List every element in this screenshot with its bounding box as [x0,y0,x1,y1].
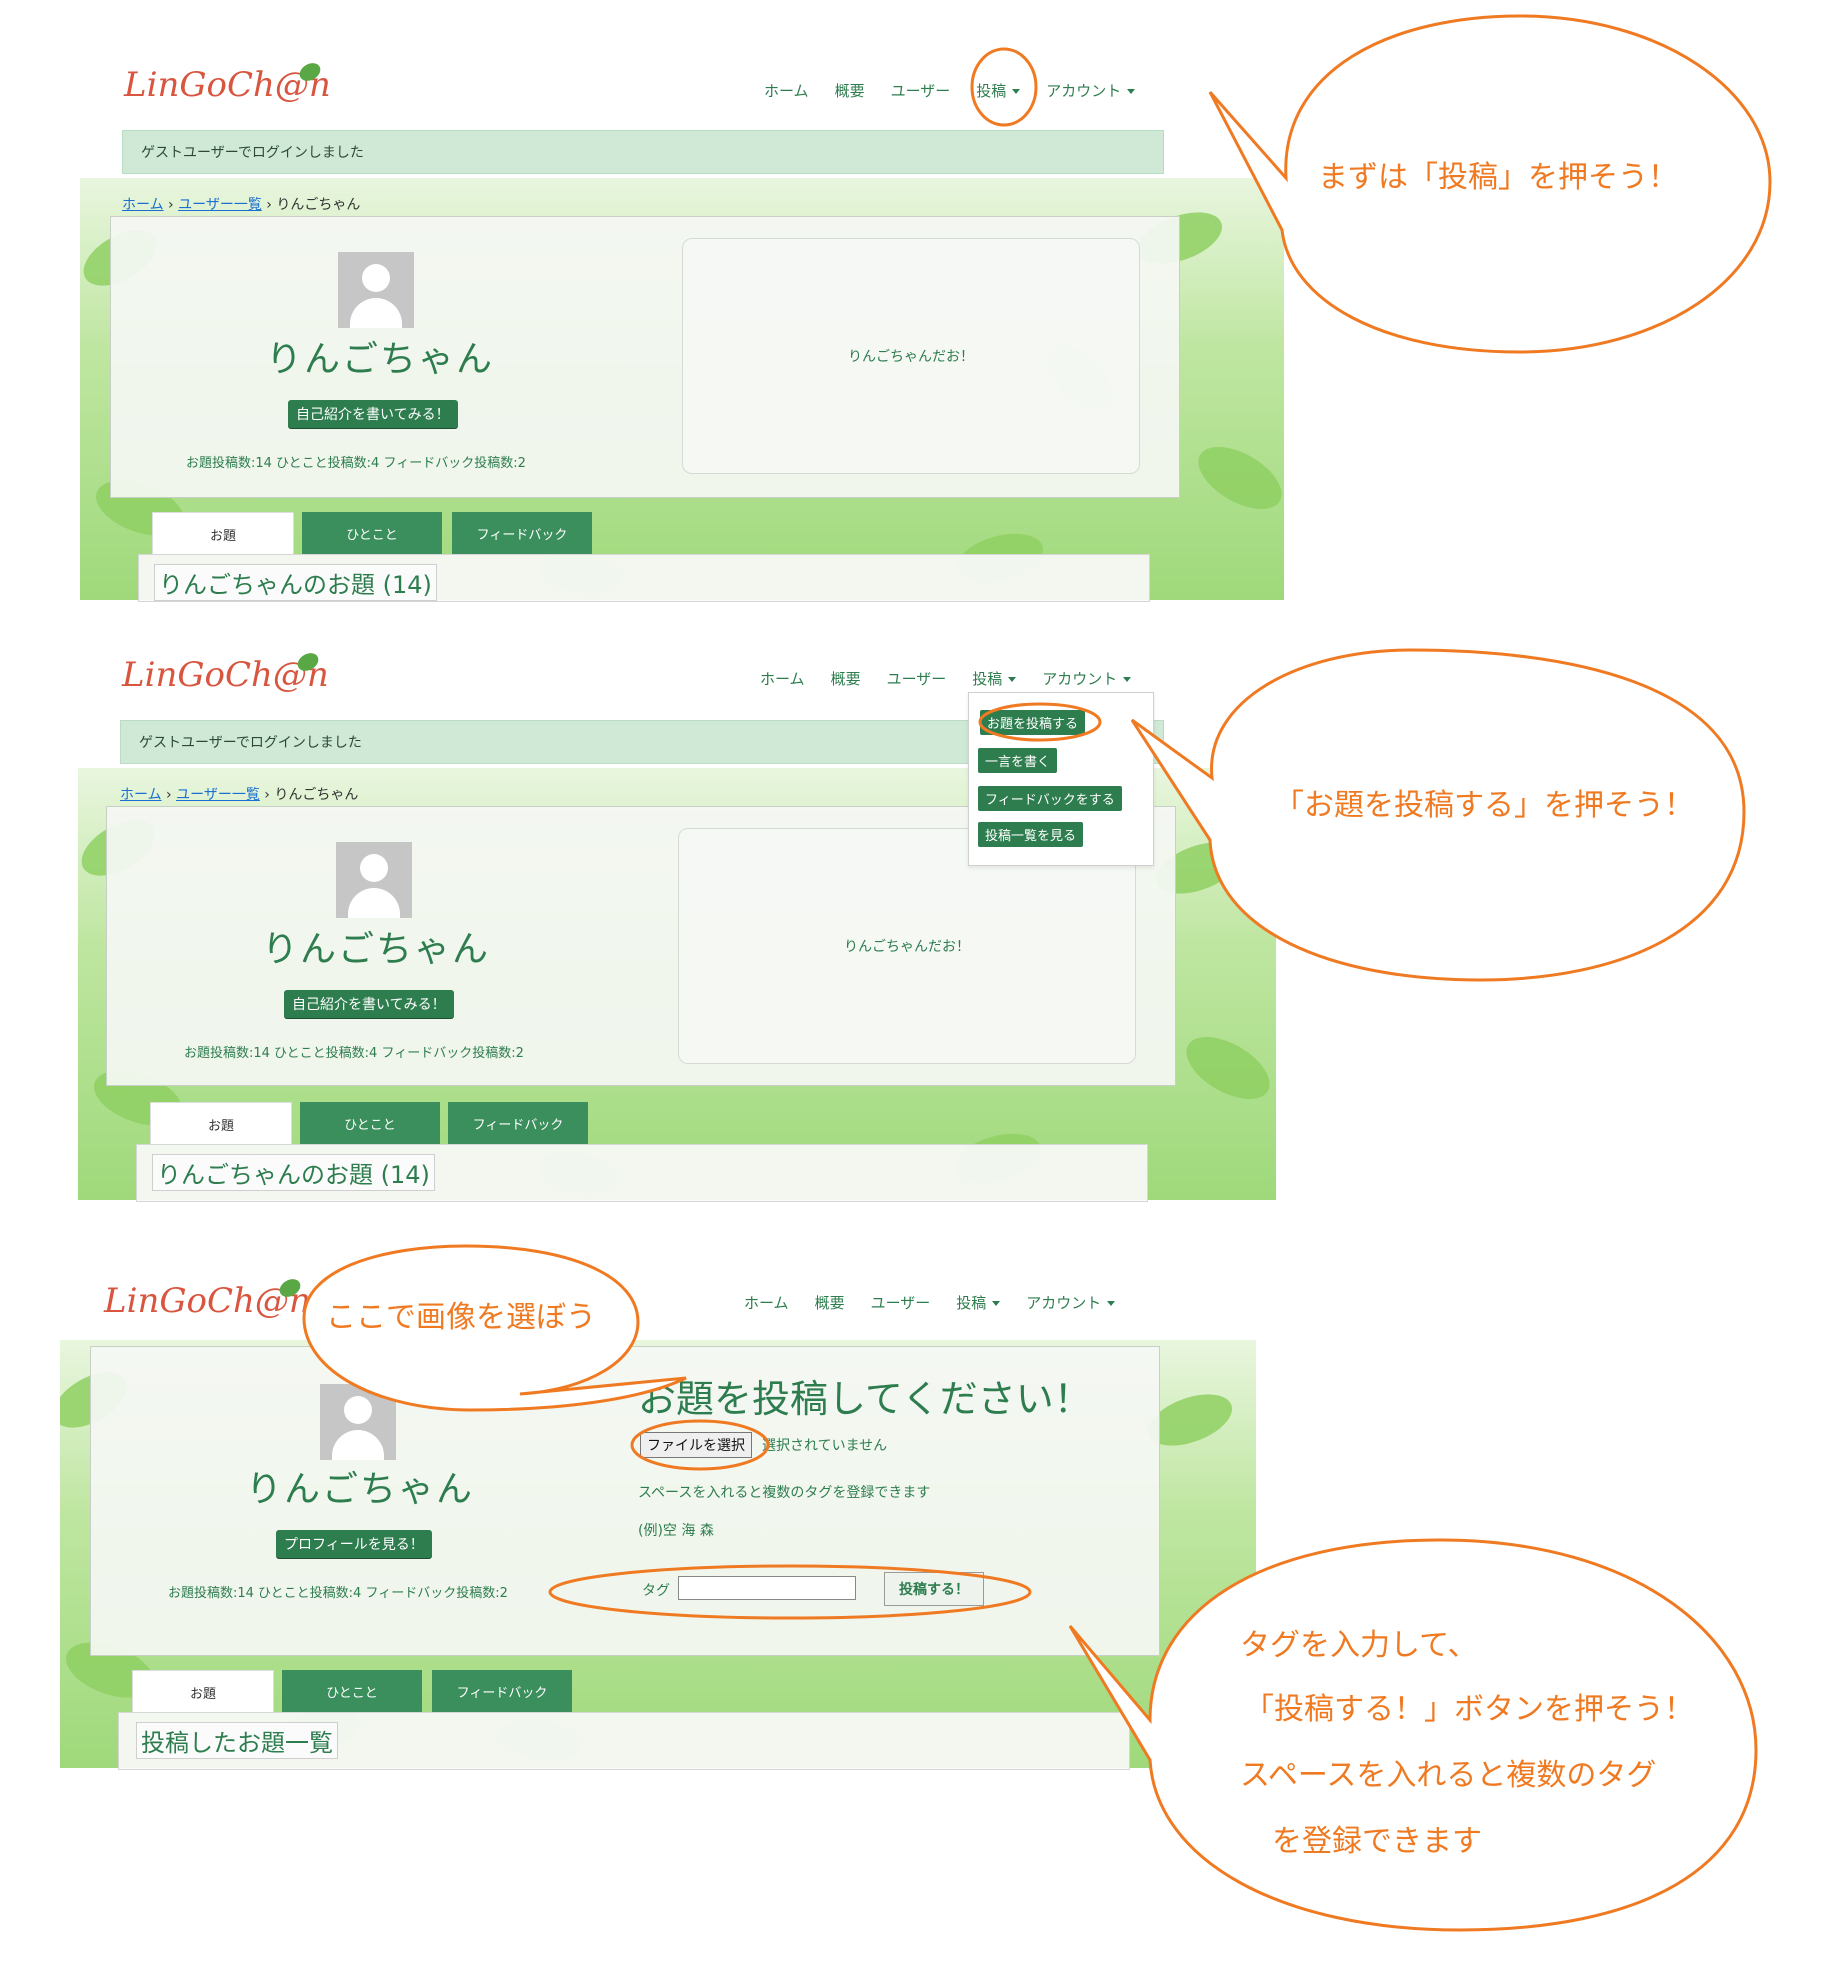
avatar [338,252,414,328]
nav-users[interactable]: ユーザー [887,668,947,689]
write-intro-button[interactable]: 自己紹介を書いてみる！ [284,990,454,1018]
menu-give-feedback[interactable]: フィードバックをする [978,786,1122,811]
posted-list-title: 投稿したお題一覧 [136,1722,338,1759]
view-profile-button[interactable]: プロフィールを見る！ [276,1530,432,1558]
annotation-step4-line3: スペースを入れると複数のタグ [1240,1758,1657,1793]
nav-about[interactable]: 概要 [835,80,865,101]
user-name: りんごちゃん [246,1469,475,1510]
file-status: 選択されていません [762,1438,888,1454]
svg-text:LinGoCh@n: LinGoCh@n [121,655,329,695]
annotation-step1: まずは「投稿」を押そう！ [1318,160,1678,195]
nav-about[interactable]: 概要 [815,1292,845,1313]
site-logo[interactable]: LinGoCh@n [120,642,340,702]
site-logo[interactable]: LinGoCh@n [102,1268,322,1328]
tab-feedback[interactable]: フィードバック [432,1670,572,1712]
file-select-button[interactable]: ファイルを選択 [640,1432,752,1458]
bio-box: りんごちゃんだお！ [682,238,1140,474]
annotation-step3: ここで画像を選ぼう [326,1300,596,1335]
main-nav: ホーム 概要 ユーザー 投稿 アカウント [744,1292,1115,1313]
post-stats: お題投稿数:14 ひとこと投稿数:4 フィードバック投稿数:2 [184,1046,524,1061]
submit-post-button[interactable]: 投稿する！ [884,1572,984,1606]
tab-hitokoto[interactable]: ひとこと [300,1102,440,1144]
tab-odai[interactable]: お題 [132,1670,274,1713]
breadcrumb-current: りんごちゃん [274,787,359,803]
nav-account-dropdown[interactable]: アカウント [1046,80,1135,101]
annotation-step4-line4: を登録できます [1272,1824,1482,1859]
breadcrumb-home[interactable]: ホーム [120,787,162,803]
nav-account-dropdown[interactable]: アカウント [1026,1292,1115,1313]
svg-text:LinGoCh@n: LinGoCh@n [103,1281,311,1321]
tag-label: タグ [642,1583,670,1599]
tab-odai[interactable]: お題 [150,1102,292,1145]
nav-home[interactable]: ホーム [764,80,809,101]
tag-example: (例)空 海 森 [638,1523,714,1539]
tab-feedback[interactable]: フィードバック [448,1102,588,1144]
breadcrumb-current: りんごちゃん [276,197,361,213]
nav-home[interactable]: ホーム [744,1292,789,1313]
nav-users[interactable]: ユーザー [891,80,951,101]
tab-hitokoto[interactable]: ひとこと [282,1670,422,1712]
user-name: りんごちゃん [266,339,495,380]
menu-post-list[interactable]: 投稿一覧を見る [978,822,1084,847]
nav-users[interactable]: ユーザー [871,1292,931,1313]
post-form-title: お題を投稿してください！ [638,1377,1092,1421]
breadcrumb: ホーム › ユーザー一覧 › りんごちゃん [122,197,361,213]
breadcrumb-users[interactable]: ユーザー一覧 [176,787,260,803]
user-name: りんごちゃん [262,929,491,970]
breadcrumb: ホーム › ユーザー一覧 › りんごちゃん [120,787,359,803]
tab-odai[interactable]: お題 [152,512,294,555]
post-stats: お題投稿数:14 ひとこと投稿数:4 フィードバック投稿数:2 [168,1586,508,1601]
annotation-step4-line2: 「投稿する！」ボタンを押そう！ [1244,1692,1694,1727]
annotation-step2: 「お題を投稿する」を押そう！ [1274,788,1694,823]
avatar [336,842,412,918]
avatar [320,1384,396,1460]
odai-list-title: りんごちゃんのお題 (14) [152,1154,435,1191]
tag-hint: スペースを入れると複数のタグを登録できます [638,1485,931,1501]
login-flash: ゲストユーザーでログインしました [122,130,1164,174]
breadcrumb-users[interactable]: ユーザー一覧 [178,197,262,213]
write-intro-button[interactable]: 自己紹介を書いてみる！ [288,400,458,428]
tag-input[interactable] [678,1576,856,1600]
nav-post-dropdown[interactable]: 投稿 [976,80,1020,101]
nav-post-dropdown[interactable]: 投稿 [972,668,1016,689]
nav-account-dropdown[interactable]: アカウント [1042,668,1131,689]
post-stats: お題投稿数:14 ひとこと投稿数:4 フィードバック投稿数:2 [186,456,526,471]
nav-post-dropdown[interactable]: 投稿 [956,1292,1000,1313]
breadcrumb-home[interactable]: ホーム [122,197,164,213]
nav-home[interactable]: ホーム [760,668,805,689]
tab-hitokoto[interactable]: ひとこと [302,512,442,554]
main-nav: ホーム 概要 ユーザー 投稿 アカウント [760,668,1131,689]
site-logo[interactable]: LinGoCh@n [122,52,342,112]
svg-text:LinGoCh@n: LinGoCh@n [123,65,331,105]
odai-list-title: りんごちゃんのお題 (14) [154,564,437,601]
nav-about[interactable]: 概要 [831,668,861,689]
main-nav: ホーム 概要 ユーザー 投稿 アカウント [764,80,1135,101]
menu-write-hitokoto[interactable]: 一言を書く [978,748,1058,773]
annotation-step4-line1: タグを入力して、 [1240,1628,1478,1663]
tab-feedback[interactable]: フィードバック [452,512,592,554]
menu-post-odai[interactable]: お題を投稿する [980,710,1086,735]
